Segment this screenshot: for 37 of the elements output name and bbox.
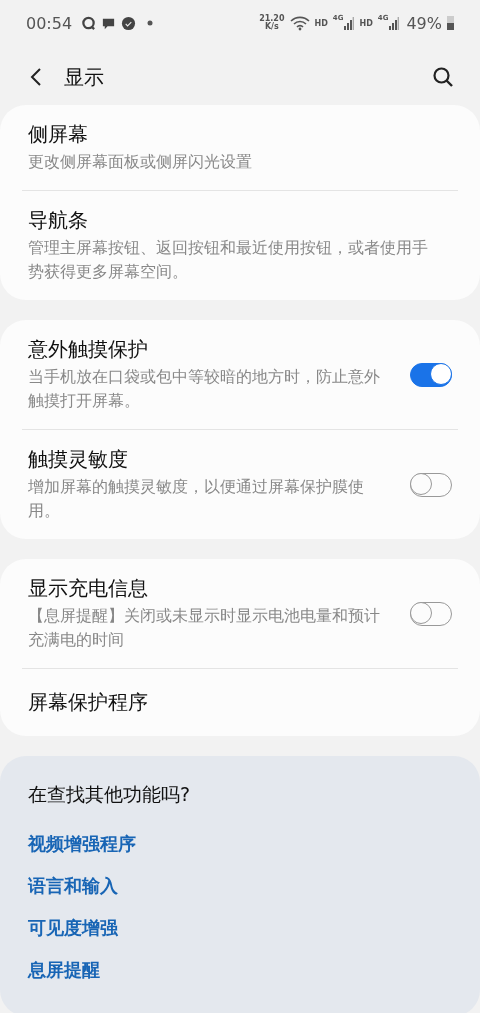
notification-dot-icon bbox=[147, 20, 154, 26]
hd-label: HD bbox=[314, 18, 328, 28]
hd-label: HD bbox=[359, 18, 373, 28]
search-icon bbox=[432, 66, 454, 88]
settings-item[interactable]: 意外触摸保护 当手机放在口袋或包中等较暗的地方时，防止意外触摸打开屏幕。 bbox=[0, 320, 480, 429]
setting-description: 当手机放在口袋或包中等较暗的地方时，防止意外触摸打开屏幕。 bbox=[28, 366, 381, 412]
check-badge-icon bbox=[121, 15, 137, 31]
setting-title: 导航条 bbox=[28, 207, 89, 234]
setting-description: 【息屏提醒】关闭或未显示时显示电池电量和预计充满电的时间 bbox=[28, 605, 381, 651]
settings-item[interactable]: 显示充电信息 【息屏提醒】关闭或未显示时显示电池电量和预计充满电的时间 bbox=[0, 559, 480, 668]
back-icon bbox=[28, 67, 44, 87]
network-speed: 21.20 K/s bbox=[259, 15, 285, 31]
wifi-icon bbox=[289, 15, 310, 31]
suggestions-heading: 在查找其他功能吗? bbox=[28, 782, 192, 807]
setting-description: 增加屏幕的触摸灵敏度，以便通过屏幕保护膜使用。 bbox=[28, 476, 365, 522]
toggle-switch[interactable] bbox=[410, 362, 452, 387]
page-title: 显示 bbox=[64, 63, 104, 91]
suggestion-link[interactable]: 视频增强程序 bbox=[28, 832, 136, 856]
status-time: 00:54 bbox=[26, 13, 73, 33]
signal-icon bbox=[389, 16, 400, 30]
setting-description: 更改侧屏幕面板或侧屏闪光设置 bbox=[28, 151, 253, 173]
setting-title: 屏幕保护程序 bbox=[28, 689, 149, 716]
settings-item[interactable]: 屏幕保护程序 bbox=[0, 669, 480, 736]
settings-item[interactable]: 导航条 管理主屏幕按钮、返回按钮和最近使用按钮，或者使用手势获得更多屏幕空间。 bbox=[0, 191, 480, 300]
suggestion-link[interactable]: 语言和输入 bbox=[28, 874, 118, 898]
setting-title: 触摸灵敏度 bbox=[28, 446, 129, 473]
settings-item[interactable]: 侧屏幕 更改侧屏幕面板或侧屏闪光设置 bbox=[0, 105, 480, 190]
suggestion-link[interactable]: 息屏提醒 bbox=[28, 958, 100, 982]
suggestion-link[interactable]: 可见度增强 bbox=[28, 916, 118, 940]
signal-icon bbox=[344, 16, 355, 30]
settings-item[interactable]: 触摸灵敏度 增加屏幕的触摸灵敏度，以便通过屏幕保护膜使用。 bbox=[0, 430, 480, 539]
setting-description: 管理主屏幕按钮、返回按钮和最近使用按钮，或者使用手势获得更多屏幕空间。 bbox=[28, 237, 429, 283]
setting-title: 意外触摸保护 bbox=[28, 336, 149, 363]
battery-percent: 49% bbox=[406, 13, 442, 33]
setting-title: 显示充电信息 bbox=[28, 575, 149, 602]
battery-icon bbox=[447, 16, 454, 30]
setting-title: 侧屏幕 bbox=[28, 121, 89, 148]
